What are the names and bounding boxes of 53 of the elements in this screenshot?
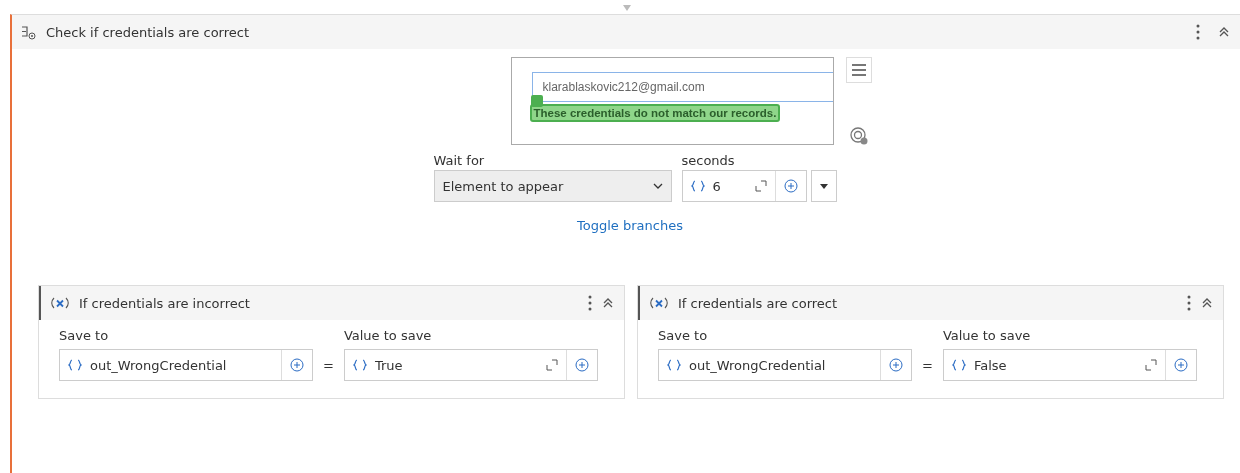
variable-icon xyxy=(650,297,668,309)
equals-sign: = xyxy=(323,358,334,375)
target-settings-icon[interactable] xyxy=(849,127,868,145)
value-to-save-label: Value to save xyxy=(343,328,433,343)
add-icon[interactable] xyxy=(290,358,304,372)
braces-icon xyxy=(690,180,705,192)
error-message-highlight: These credentials do not match our records. xyxy=(529,104,781,122)
more-options-icon[interactable] xyxy=(1187,295,1191,311)
add-icon[interactable] xyxy=(1173,358,1188,372)
value-field[interactable]: False xyxy=(942,349,1197,381)
add-icon[interactable] xyxy=(889,358,903,372)
expand-icon[interactable] xyxy=(754,180,767,192)
menu-icon[interactable] xyxy=(851,64,866,76)
value-to-save-label: Value to save xyxy=(942,328,1032,343)
braces-icon xyxy=(68,359,82,371)
save-to-value: out_WrongCredential xyxy=(689,357,826,373)
seconds-field[interactable]: 6 xyxy=(681,170,807,202)
caret-down-icon[interactable] xyxy=(819,183,828,189)
activity-title: Check if credentials are correct xyxy=(46,24,249,40)
save-to-field[interactable]: out_WrongCredential xyxy=(658,349,912,381)
expand-icon[interactable] xyxy=(545,359,558,371)
seconds-label: seconds xyxy=(681,153,736,168)
save-to-field[interactable]: out_WrongCredential xyxy=(59,349,313,381)
email-value: klarablaskovic212@gmail.com xyxy=(542,80,705,94)
menu-button[interactable] xyxy=(845,57,872,83)
branch-title: If credentials are incorrect xyxy=(79,295,250,311)
save-to-label: Save to xyxy=(59,328,110,343)
collapse-icon[interactable] xyxy=(1218,26,1230,38)
value-text: False xyxy=(973,357,1007,373)
expand-icon[interactable] xyxy=(1144,359,1157,371)
variable-icon xyxy=(51,297,69,309)
collapse-icon[interactable] xyxy=(1201,297,1213,309)
add-icon[interactable] xyxy=(574,358,589,372)
value-text: True xyxy=(374,357,403,373)
more-options-icon[interactable] xyxy=(1196,24,1200,40)
braces-icon xyxy=(667,359,681,371)
activity-icon xyxy=(20,24,36,40)
wait-for-label: Wait for xyxy=(433,153,486,168)
toggle-branches-link[interactable]: Toggle branches xyxy=(577,218,683,233)
wait-for-dropdown[interactable]: Element to appear xyxy=(433,170,672,202)
chevron-down-icon[interactable] xyxy=(652,183,663,189)
add-icon[interactable] xyxy=(783,179,798,193)
dropdown-button[interactable] xyxy=(810,170,837,202)
braces-icon xyxy=(951,359,966,371)
save-to-label: Save to xyxy=(658,328,709,343)
save-to-value: out_WrongCredential xyxy=(90,357,227,373)
branch-title: If credentials are correct xyxy=(678,295,838,311)
seconds-value: 6 xyxy=(712,178,721,194)
braces-icon xyxy=(352,359,367,371)
equals-sign: = xyxy=(922,358,933,375)
more-options-icon[interactable] xyxy=(588,295,592,311)
collapse-icon[interactable] xyxy=(602,297,614,309)
value-field[interactable]: True xyxy=(343,349,598,381)
